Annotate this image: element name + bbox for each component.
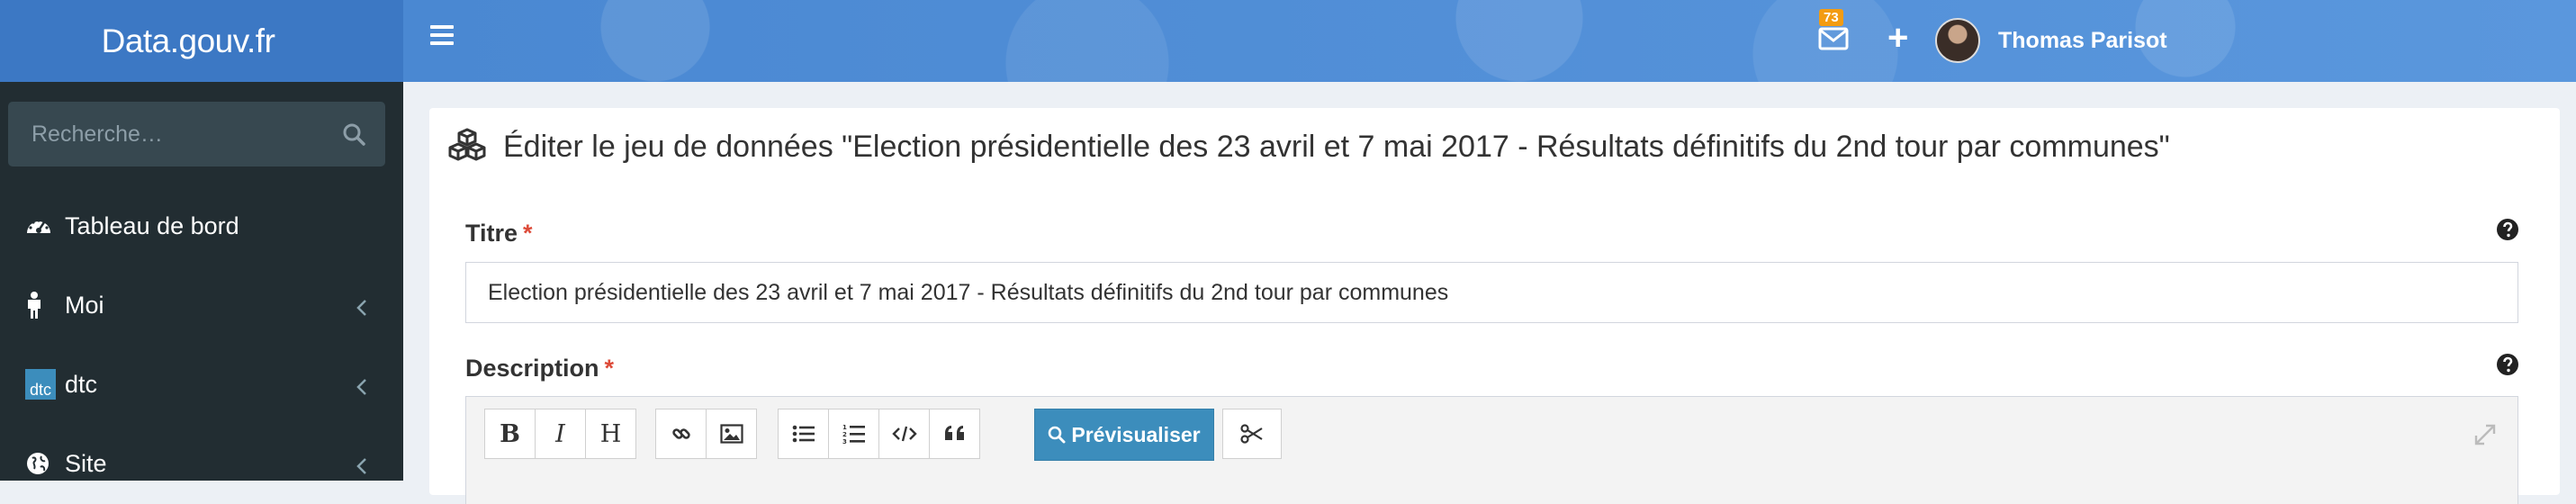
title-input[interactable] — [465, 262, 2518, 323]
page-title: Éditer le jeu de données "Election prési… — [503, 130, 2170, 164]
page-header: Éditer le jeu de données "Election prési… — [447, 128, 2170, 166]
format-group: B I H — [484, 409, 636, 459]
title-field-label: Titre * — [465, 220, 533, 247]
link-icon — [671, 428, 690, 439]
svg-text:3: 3 — [842, 438, 847, 445]
ordered-list-button[interactable]: 123 — [828, 409, 879, 459]
chevron-left-icon — [356, 454, 367, 482]
markdown-editor: B I H 1 2 3 Prévisualiser — [465, 396, 2518, 504]
envelope-icon[interactable] — [1818, 25, 1849, 52]
sidebar-item-tableau-de-bord[interactable]: Tableau de bord — [0, 186, 403, 266]
quote-button[interactable] — [929, 409, 980, 459]
sidebar: Tableau de bord Moi dtc dtc Site — [0, 82, 403, 481]
sidebar-item-site[interactable]: Site — [0, 424, 403, 503]
question-circle-icon[interactable] — [2496, 218, 2519, 241]
sidebar-search — [8, 102, 385, 166]
description-field-label: Description * — [465, 355, 615, 382]
brand-logo[interactable]: Data.gouv.fr — [0, 0, 403, 82]
bold-button[interactable]: B — [484, 409, 536, 459]
hamburger-icon[interactable] — [430, 25, 454, 49]
dtc-org-icon: dtc — [25, 369, 56, 400]
user-menu[interactable]: Thomas Parisot — [1935, 14, 2167, 68]
fullscreen-icon[interactable] — [2472, 422, 2498, 447]
chevron-left-icon — [356, 374, 367, 402]
notification-badge: 73 — [1819, 9, 1843, 26]
preview-button[interactable]: Prévisualiser — [1034, 409, 1214, 461]
chevron-left-icon — [356, 295, 367, 323]
required-mark: * — [604, 355, 615, 382]
edit-dataset-panel: Éditer le jeu de données "Election prési… — [429, 108, 2560, 504]
code-icon — [891, 426, 917, 442]
scissors-icon — [1240, 424, 1263, 444]
top-navbar — [403, 0, 2576, 82]
search-icon[interactable] — [342, 122, 365, 146]
cut-group — [1222, 409, 1282, 459]
cubes-icon — [447, 128, 487, 166]
image-icon — [719, 424, 743, 444]
brand-name: Data.gouv.fr — [101, 22, 275, 59]
globe-icon — [25, 451, 56, 476]
link-button[interactable] — [655, 409, 707, 459]
sidebar-item-label: Moi — [65, 291, 104, 319]
search-input[interactable] — [8, 102, 314, 166]
sidebar-item-label: Tableau de bord — [65, 212, 239, 239]
insert-group — [655, 409, 757, 459]
cut-button[interactable] — [1222, 409, 1282, 459]
plus-icon[interactable]: + — [1887, 20, 1908, 56]
required-mark: * — [523, 220, 533, 247]
search-icon — [1049, 426, 1066, 444]
list-ul-icon — [792, 425, 815, 443]
quote-icon — [944, 426, 964, 440]
person-icon — [25, 292, 56, 319]
heading-button[interactable]: H — [585, 409, 636, 459]
preview-label: Prévisualiser — [1071, 422, 1201, 446]
image-button[interactable] — [706, 409, 757, 459]
sidebar-item-label: dtc — [65, 370, 98, 398]
sidebar-item-dtc[interactable]: dtc dtc — [0, 345, 403, 424]
user-name: Thomas Parisot — [1998, 27, 2167, 53]
unordered-list-button[interactable] — [778, 409, 829, 459]
question-circle-icon[interactable] — [2496, 353, 2519, 376]
sidebar-item-label: Site — [65, 449, 107, 477]
block-group: 123 — [778, 409, 980, 459]
sidebar-item-moi[interactable]: Moi — [0, 266, 403, 345]
list-ol-icon: 123 — [842, 424, 865, 445]
dashboard-icon — [25, 215, 56, 237]
avatar — [1935, 18, 1980, 63]
svg-text:2: 2 — [842, 431, 847, 438]
italic-button[interactable]: I — [535, 409, 586, 459]
code-button[interactable] — [878, 409, 930, 459]
svg-text:1: 1 — [842, 424, 847, 431]
